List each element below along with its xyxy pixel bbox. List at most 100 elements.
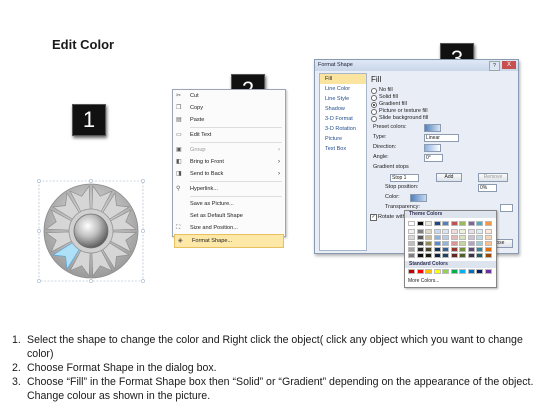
color-swatch[interactable] [416,235,424,240]
color-swatch[interactable] [408,229,415,234]
color-swatch[interactable] [433,229,441,234]
color-swatch[interactable] [484,253,492,258]
color-swatch[interactable] [467,247,475,252]
menu-item-format-shape[interactable]: ◈ Format Shape... [174,234,284,248]
menu-item-cut[interactable]: ✂ Cut [173,90,285,102]
color-swatch[interactable] [476,229,483,234]
color-swatch[interactable] [476,241,483,246]
color-swatch[interactable] [467,253,475,258]
radio-picture-fill[interactable]: Picture or texture fill [370,108,514,115]
color-swatch[interactable] [467,235,475,240]
nav-item-picture[interactable]: Picture [320,134,366,144]
radio-solid-fill[interactable]: Solid fill [370,94,514,101]
color-swatch[interactable] [442,269,449,274]
remove-stop-button[interactable]: Remove [478,173,508,182]
color-swatch[interactable] [416,247,424,252]
help-button[interactable]: ? [489,61,500,71]
color-swatch[interactable] [467,269,475,274]
rotate-checkbox[interactable]: ✓ [370,214,377,221]
color-swatch[interactable] [484,269,492,274]
nav-item-shadow[interactable]: Shadow [320,104,366,114]
color-swatch[interactable] [408,269,415,274]
color-swatch[interactable] [408,221,415,226]
color-swatch[interactable] [484,221,492,226]
color-swatch[interactable] [450,247,458,252]
more-colors-link[interactable]: More Colors... [408,277,439,285]
color-swatch[interactable] [467,241,475,246]
color-swatch[interactable] [416,229,424,234]
color-swatch[interactable] [467,221,475,226]
color-swatch[interactable] [476,247,483,252]
color-swatch[interactable] [476,269,483,274]
color-swatch[interactable] [433,235,441,240]
color-swatch[interactable] [450,229,458,234]
color-swatch[interactable] [459,253,466,258]
color-swatch[interactable] [476,221,483,226]
color-swatch[interactable] [459,229,466,234]
color-swatch[interactable] [442,241,449,246]
color-swatch[interactable] [459,269,466,274]
type-select[interactable]: Linear [424,134,459,142]
menu-item-send-to-back[interactable]: ◨ Send to Back › [173,168,285,180]
menu-item-edit-text[interactable]: ▭ Edit Text [173,129,285,141]
color-swatch[interactable] [416,221,424,226]
color-swatch[interactable] [408,235,415,240]
color-swatch[interactable] [484,235,492,240]
color-swatch[interactable] [442,247,449,252]
color-swatch[interactable] [442,221,449,226]
color-swatch[interactable] [416,253,424,258]
nav-item-3d-format[interactable]: 3-D Format [320,114,366,124]
color-swatch[interactable] [425,253,432,258]
menu-item-save-as-picture[interactable]: Save as Picture... [173,198,285,210]
color-swatch[interactable] [425,269,432,274]
color-swatch[interactable] [416,241,424,246]
color-swatch[interactable] [425,229,432,234]
color-picker-button[interactable] [410,194,427,202]
color-swatch[interactable] [450,241,458,246]
color-swatch[interactable] [450,253,458,258]
color-swatch[interactable] [484,229,492,234]
color-swatch[interactable] [425,241,432,246]
stop-position-input[interactable]: 0% [478,184,497,192]
color-swatch[interactable] [416,269,424,274]
menu-item-hyperlink[interactable]: ⚲ Hyperlink... [173,183,285,195]
color-swatch[interactable] [408,253,415,258]
selected-shape[interactable] [36,179,146,283]
menu-item-copy[interactable]: ❐ Copy [173,102,285,114]
close-icon[interactable]: X [502,61,516,69]
color-swatch[interactable] [425,235,432,240]
preset-colors-dropdown[interactable] [424,124,441,132]
nav-item-3d-rotation[interactable]: 3-D Rotation [320,124,366,134]
direction-dropdown[interactable] [424,144,441,152]
color-swatch[interactable] [476,253,483,258]
color-swatch[interactable] [408,247,415,252]
color-swatch[interactable] [459,221,466,226]
menu-item-bring-to-front[interactable]: ◧ Bring to Front › [173,156,285,168]
color-swatch[interactable] [459,241,466,246]
color-swatch[interactable] [442,229,449,234]
transparency-input[interactable] [500,204,513,212]
radio-gradient-fill[interactable]: Gradient fill [370,101,514,108]
color-swatch[interactable] [433,253,441,258]
color-swatch[interactable] [450,235,458,240]
color-swatch[interactable] [433,247,441,252]
color-swatch[interactable] [467,229,475,234]
menu-item-set-default-shape[interactable]: Set as Default Shape [173,210,285,222]
color-swatch[interactable] [484,241,492,246]
nav-item-text-box[interactable]: Text Box [320,144,366,154]
color-swatch[interactable] [450,269,458,274]
color-swatch[interactable] [433,241,441,246]
radio-slide-bg-fill[interactable]: Slide background fill [370,115,514,122]
menu-item-size-position[interactable]: ⛶ Size and Position... [173,222,285,234]
radio-no-fill[interactable]: No fill [370,87,514,94]
color-swatch[interactable] [442,235,449,240]
color-swatch[interactable] [433,221,441,226]
stop-select[interactable]: Stop 1 [390,174,419,182]
nav-item-fill[interactable]: Fill [320,74,366,84]
color-swatch[interactable] [425,247,432,252]
add-stop-button[interactable]: Add [436,173,462,182]
color-swatch[interactable] [459,235,466,240]
angle-input[interactable]: 0° [424,154,443,162]
color-swatch[interactable] [425,221,432,226]
nav-item-line-color[interactable]: Line Color [320,84,366,94]
